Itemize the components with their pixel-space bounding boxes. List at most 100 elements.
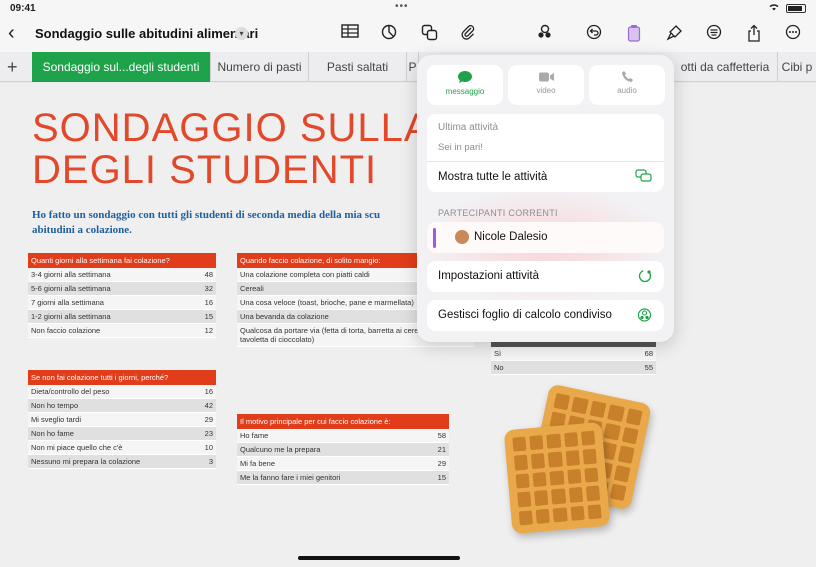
manage-shared-row[interactable]: Gestisci foglio di calcolo condiviso bbox=[427, 300, 664, 331]
home-indicator[interactable] bbox=[298, 556, 460, 560]
table-cell-value[interactable]: 29 bbox=[182, 413, 216, 426]
more-icon[interactable] bbox=[783, 24, 803, 44]
message-button[interactable]: messaggio bbox=[427, 65, 503, 105]
table-row[interactable]: Mi sveglio tardi 29 bbox=[28, 413, 216, 427]
activity-status: Sei in pari! bbox=[438, 142, 483, 153]
title-chevron-down-icon[interactable]: ▾ bbox=[235, 27, 248, 40]
table-cell-label[interactable]: 3-4 giorni alla settimana bbox=[28, 268, 182, 281]
table-cell-label[interactable]: Me la fanno fare i miei genitori bbox=[237, 471, 415, 484]
table-cell-value[interactable]: 32 bbox=[182, 282, 216, 295]
table-cell-label[interactable]: Dieta/controllo del peso bbox=[28, 385, 182, 398]
chart-icon[interactable] bbox=[379, 24, 399, 44]
table-cell-value[interactable]: 58 bbox=[415, 429, 449, 442]
table-row[interactable]: 3-4 giorni alla settimana 48 bbox=[28, 268, 216, 282]
tab-numero-di-pasti[interactable]: Numero di pasti bbox=[211, 52, 309, 82]
table-cell-value[interactable]: 48 bbox=[182, 268, 216, 281]
table-row[interactable]: Non ho tempo 42 bbox=[28, 399, 216, 413]
table-cell-label[interactable]: Non ho tempo bbox=[28, 399, 182, 412]
table-row[interactable]: Non mi piace quello che c'è 10 bbox=[28, 441, 216, 455]
share-icon[interactable] bbox=[744, 24, 764, 44]
document-title[interactable]: Sondaggio sulle abitudini alimentari bbox=[35, 26, 258, 41]
back-chevron-icon[interactable]: ‹ bbox=[8, 22, 15, 45]
table-days-per-week[interactable]: Quanti giorni alla settimana fai colazio… bbox=[28, 253, 216, 338]
attachment-icon[interactable] bbox=[458, 24, 478, 44]
table-cell-label[interactable]: Non ho fame bbox=[28, 427, 182, 440]
table-cell-value[interactable]: 23 bbox=[182, 427, 216, 440]
waffle-cell bbox=[513, 454, 529, 471]
table-row[interactable]: Non ho fame 23 bbox=[28, 427, 216, 441]
undo-icon[interactable] bbox=[584, 24, 604, 44]
table-row[interactable]: Ho fame 58 bbox=[237, 429, 449, 443]
video-button[interactable]: video bbox=[508, 65, 584, 105]
table-cell-value[interactable]: 12 bbox=[182, 324, 216, 337]
table-cell-value[interactable]: 15 bbox=[415, 471, 449, 484]
waffle-cell bbox=[609, 483, 627, 502]
table-cell-label[interactable]: Nessuno mi prepara la colazione bbox=[28, 455, 182, 468]
table-cell-label[interactable]: Una bevanda da colazione bbox=[237, 310, 440, 323]
waffle-cell bbox=[515, 473, 530, 489]
table-row[interactable]: Sì 68 bbox=[491, 347, 656, 361]
tab-pasti-saltati[interactable]: Pasti saltati bbox=[309, 52, 407, 82]
paintbrush-icon[interactable] bbox=[664, 24, 684, 44]
table-row[interactable]: Mi fa bene 29 bbox=[237, 457, 449, 471]
table-row[interactable]: Nessuno mi prepara la colazione 3 bbox=[28, 455, 216, 469]
table-cell-value[interactable]: 29 bbox=[415, 457, 449, 470]
format-icon[interactable] bbox=[704, 24, 724, 44]
table-cell-label[interactable]: Qualcuno me la prepara bbox=[237, 443, 415, 456]
table-row[interactable]: Qualcuno me la prepara 21 bbox=[237, 443, 449, 457]
table-cell-value[interactable]: 10 bbox=[182, 441, 216, 454]
message-icon bbox=[427, 70, 503, 87]
waffle-cell bbox=[532, 471, 548, 488]
show-all-activities[interactable]: Mostra tutte le attività bbox=[438, 171, 547, 183]
activity-settings-row[interactable]: Impostazioni attività bbox=[427, 261, 664, 292]
table-cell-value[interactable]: 55 bbox=[622, 361, 656, 374]
table-row[interactable]: Me la fanno fare i miei genitori 15 bbox=[237, 471, 449, 485]
table-cell-value[interactable]: 68 bbox=[622, 347, 656, 360]
table-row[interactable]: No 55 bbox=[491, 361, 656, 375]
table-cell-label[interactable]: Ho fame bbox=[237, 429, 415, 442]
activity-bubbles-icon[interactable] bbox=[635, 169, 652, 186]
waffle-cell bbox=[617, 445, 635, 464]
table-skip-reason[interactable]: Se non fai colazione tutti i giorni, per… bbox=[28, 370, 216, 469]
tab-cibi[interactable]: Cibi p bbox=[778, 52, 816, 82]
table-cell-label[interactable]: Non mi piace quello che c'è bbox=[28, 441, 182, 454]
table-cell-label[interactable]: Mi fa bene bbox=[237, 457, 415, 470]
table-cell-label[interactable]: Mi sveglio tardi bbox=[28, 413, 182, 426]
manage-shared-label: Gestisci foglio di calcolo condiviso bbox=[438, 309, 612, 321]
table-cell-label[interactable]: Cereali bbox=[237, 282, 440, 295]
table-cell-value[interactable]: 21 bbox=[415, 443, 449, 456]
table-cell-label[interactable]: Una colazione completa con piatti caldi bbox=[237, 268, 440, 281]
multitasking-dots[interactable]: ••• bbox=[395, 1, 409, 12]
participant-row[interactable]: Nicole Dalesio bbox=[427, 222, 664, 253]
waffle-cell bbox=[568, 487, 583, 503]
waffle-cell bbox=[512, 436, 527, 453]
table-row[interactable]: 1-2 giorni alla settimana 15 bbox=[28, 310, 216, 324]
table-cell-label[interactable]: No bbox=[491, 361, 622, 374]
table-cell-label[interactable]: Una cosa veloce (toast, brioche, pane e … bbox=[237, 296, 440, 309]
add-sheet-plus-icon[interactable]: + bbox=[7, 57, 18, 78]
collaborate-icon[interactable] bbox=[535, 24, 555, 44]
tab-prodotti-caffetteria[interactable]: otti da caffetteria bbox=[673, 52, 778, 82]
table-cell-label[interactable]: 5-6 giorni alla settimana bbox=[28, 282, 182, 295]
table-icon[interactable] bbox=[340, 24, 360, 44]
table-cell-value[interactable]: 3 bbox=[182, 455, 216, 468]
table-cell-value[interactable]: 42 bbox=[182, 399, 216, 412]
table-cell-value[interactable]: 16 bbox=[182, 296, 216, 309]
waffle-cell bbox=[607, 404, 625, 423]
table-cell-label[interactable]: 1-2 giorni alla settimana bbox=[28, 310, 182, 323]
table-cell-value[interactable]: 15 bbox=[182, 310, 216, 323]
document-icon[interactable] bbox=[624, 24, 644, 44]
audio-button[interactable]: audio bbox=[589, 65, 665, 105]
table-main-reason[interactable]: Il motivo principale per cui faccio cola… bbox=[237, 414, 449, 485]
table-row[interactable]: 5-6 giorni alla settimana 32 bbox=[28, 282, 216, 296]
table-cell-label[interactable]: Sì bbox=[491, 347, 622, 360]
table-row[interactable]: Non faccio colazione 12 bbox=[28, 324, 216, 338]
table-cell-label[interactable]: 7 giorni alla settimana bbox=[28, 296, 182, 309]
table-cell-label[interactable]: Non faccio colazione bbox=[28, 324, 182, 337]
shapes-icon[interactable] bbox=[419, 24, 439, 44]
table-row[interactable]: 7 giorni alla settimana 16 bbox=[28, 296, 216, 310]
table-cell-label[interactable]: Qualcosa da portare via (fetta di torta,… bbox=[237, 324, 440, 346]
table-cell-value[interactable]: 16 bbox=[182, 385, 216, 398]
table-row[interactable]: Dieta/controllo del peso 16 bbox=[28, 385, 216, 399]
tab-sondaggio[interactable]: Sondaggio sul...degli studenti bbox=[32, 52, 211, 82]
